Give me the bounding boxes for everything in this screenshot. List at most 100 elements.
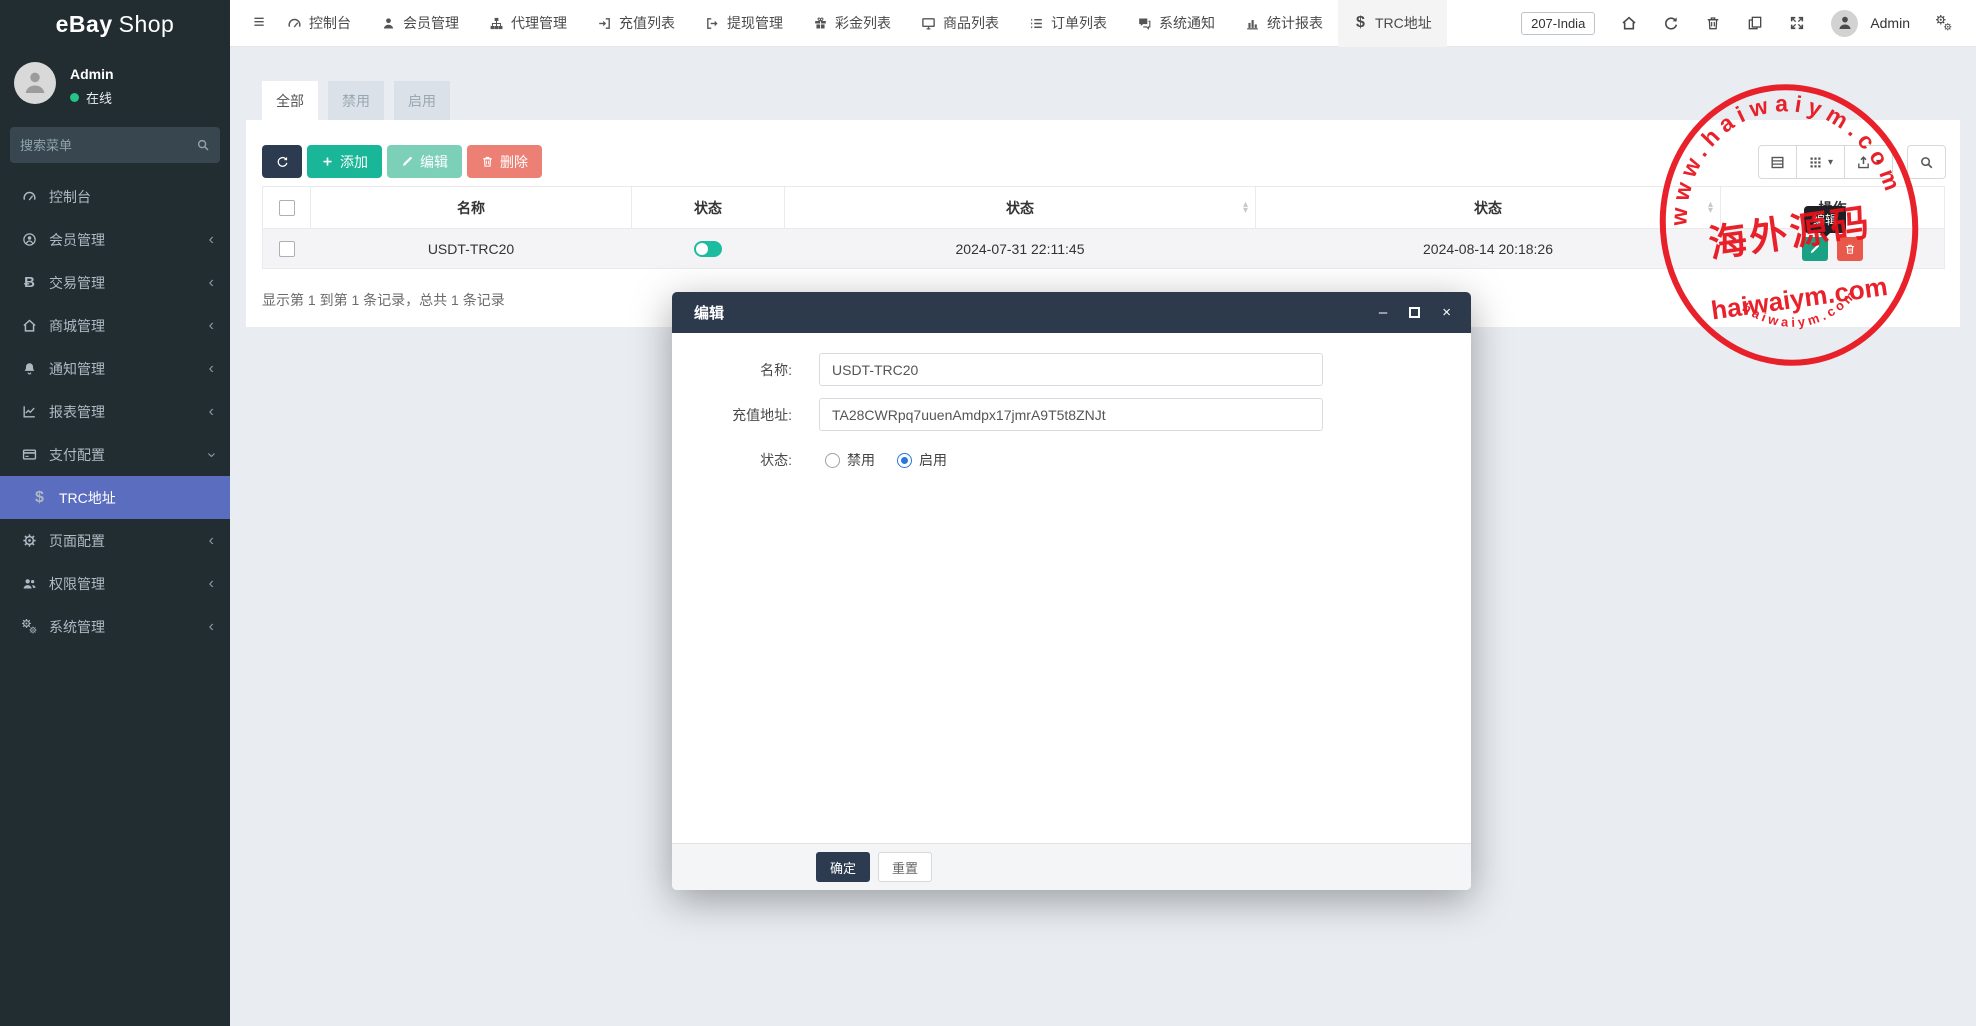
- sidebar-item-reports[interactable]: 报表管理 ‹: [0, 390, 230, 433]
- brand-logo[interactable]: eBay Shop: [0, 0, 230, 48]
- column-header-updated[interactable]: 状态 ▴ ▾: [1255, 186, 1721, 229]
- close-icon[interactable]: ×: [1442, 305, 1451, 320]
- add-button[interactable]: 添加: [307, 145, 382, 178]
- columns-button[interactable]: ▾: [1796, 145, 1845, 179]
- reset-button[interactable]: 重置: [878, 852, 933, 882]
- pagination-summary: 显示第 1 到第 1 条记录，总共 1 条记录: [262, 292, 505, 308]
- edit-button[interactable]: 编辑: [387, 145, 462, 178]
- sidebar-item-label: TRC地址: [59, 489, 116, 506]
- row-checkbox[interactable]: [278, 241, 295, 258]
- sidebar: eBayShop Admin 在线 控制台 会员管理 ‹ Ƀ 交易管理 ‹ 商城管理 ‹…: [0, 0, 230, 1026]
- pencil-icon: [401, 155, 414, 168]
- row-actions-cell: [1720, 228, 1945, 269]
- sidebar-item-trade[interactable]: Ƀ 交易管理 ‹: [0, 261, 230, 304]
- column-header-name[interactable]: 名称: [310, 186, 632, 229]
- minimize-icon[interactable]: –: [1379, 305, 1387, 320]
- row-edit-button[interactable]: [1801, 236, 1828, 261]
- nav-item-withdrawals[interactable]: 提现管理: [690, 0, 798, 47]
- nav-item-notifications[interactable]: 系统通知: [1122, 0, 1230, 47]
- sidebar-item-dashboard[interactable]: 控制台: [0, 175, 230, 218]
- export-button[interactable]: ▾: [1844, 145, 1893, 179]
- nav-item-statistics[interactable]: 统计报表: [1230, 0, 1338, 47]
- chart-line-icon: [22, 404, 37, 419]
- sidebar-item-label: 页面配置: [49, 532, 105, 549]
- toggle-knob: [696, 243, 708, 256]
- sign-in-icon: [597, 16, 612, 31]
- sidebar-item-label: 权限管理: [49, 575, 105, 592]
- trash-icon[interactable]: [1705, 15, 1721, 31]
- address-field-row: 充值地址:: [672, 398, 1471, 431]
- detail-view-button[interactable]: [1757, 145, 1797, 179]
- column-header-created[interactable]: 状态 ▴ ▾: [784, 186, 1256, 229]
- gears-icon[interactable]: [1936, 15, 1952, 31]
- sidebar-item-permissions[interactable]: 权限管理 ‹: [0, 562, 230, 605]
- radio-disabled-label: 禁用: [847, 452, 875, 468]
- sort-icon[interactable]: ▴ ▾: [1243, 199, 1248, 215]
- nav-item-bonus[interactable]: 彩金列表: [798, 0, 906, 47]
- caret-down-icon: ▾: [1827, 156, 1833, 168]
- nav-item-trc-address[interactable]: $ TRC地址: [1338, 0, 1447, 47]
- avatar: [14, 62, 56, 104]
- brand-title-light: Shop: [118, 10, 175, 37]
- maximize-icon[interactable]: [1409, 307, 1421, 318]
- chevron-left-icon: ‹: [208, 316, 214, 334]
- site-badge[interactable]: 207-India: [1521, 11, 1596, 35]
- nav-item-label: 系统通知: [1159, 15, 1215, 31]
- delete-button-label: 删除: [500, 153, 528, 170]
- desktop-icon: [921, 16, 936, 31]
- tab-all[interactable]: 全部: [262, 81, 318, 120]
- menu-toggle-icon[interactable]: ≡: [246, 12, 272, 34]
- chevron-left-icon: ‹: [208, 574, 214, 592]
- chevron-left-icon: ‹: [208, 531, 214, 549]
- refresh-button[interactable]: [262, 145, 302, 178]
- nav-user-label[interactable]: Admin: [1870, 15, 1910, 31]
- radio-enabled-label: 启用: [919, 452, 947, 468]
- modal-header[interactable]: 编辑 – ×: [672, 292, 1471, 333]
- nav-right-cluster: 207-India Admin: [1521, 9, 1976, 37]
- table-row[interactable]: USDT-TRC20 2024-07-31 22:11:45 2024-08-1…: [262, 228, 1945, 269]
- sidebar-item-label: 控制台: [49, 188, 91, 205]
- nav-item-deposits[interactable]: 充值列表: [582, 0, 690, 47]
- confirm-button[interactable]: 确定: [816, 852, 871, 882]
- user-avatar[interactable]: [1831, 9, 1859, 37]
- gift-icon: [813, 16, 828, 31]
- sidebar-item-trc-address[interactable]: $ TRC地址: [0, 476, 230, 519]
- sidebar-search-input[interactable]: [20, 137, 196, 153]
- nav-item-label: 会员管理: [403, 15, 459, 31]
- row-delete-button[interactable]: [1836, 236, 1863, 261]
- sidebar-item-system[interactable]: 系统管理 ‹: [0, 605, 230, 648]
- search-icon[interactable]: [196, 138, 210, 152]
- copy-icon[interactable]: [1747, 15, 1763, 31]
- fullscreen-icon[interactable]: [1789, 15, 1805, 31]
- nav-item-orders[interactable]: 订单列表: [1014, 0, 1122, 47]
- nav-item-dashboard[interactable]: 控制台: [272, 0, 366, 47]
- comments-icon: [1137, 16, 1152, 31]
- name-input[interactable]: [819, 353, 1323, 386]
- radio-enabled[interactable]: 启用: [897, 450, 947, 470]
- address-input[interactable]: [819, 398, 1323, 431]
- person-icon: [1836, 14, 1854, 32]
- sidebar-item-notice[interactable]: 通知管理 ‹: [0, 347, 230, 390]
- select-all-checkbox[interactable]: [278, 200, 295, 217]
- table-header-row: 名称 状态 状态▴▾ 状态▴▾ 操作: [262, 186, 1945, 229]
- tab-disabled[interactable]: 禁用: [328, 81, 384, 120]
- sidebar-item-page-config[interactable]: 页面配置 ‹: [0, 519, 230, 562]
- sidebar-item-mall[interactable]: 商城管理 ‹: [0, 304, 230, 347]
- search-toggle-button[interactable]: [1907, 145, 1946, 179]
- sidebar-item-members[interactable]: 会员管理 ‹: [0, 218, 230, 261]
- nav-item-members[interactable]: 会员管理: [366, 0, 474, 47]
- delete-button[interactable]: 删除: [467, 145, 542, 178]
- sort-icon[interactable]: ▴ ▾: [1708, 199, 1713, 215]
- status-toggle[interactable]: [694, 241, 722, 258]
- column-header-status[interactable]: 状态: [631, 186, 785, 229]
- home-icon[interactable]: [1621, 15, 1637, 31]
- sidebar-item-payment-config[interactable]: 支付配置 ‹: [0, 433, 230, 476]
- profile-status: 在线: [70, 88, 114, 107]
- tab-enabled[interactable]: 启用: [394, 81, 450, 120]
- bitcoin-icon: Ƀ: [24, 274, 35, 291]
- nav-item-agents[interactable]: 代理管理: [474, 0, 582, 47]
- radio-disabled[interactable]: 禁用: [825, 450, 875, 470]
- refresh-icon[interactable]: [1663, 15, 1679, 31]
- pencil-icon: [1809, 243, 1821, 255]
- nav-item-products[interactable]: 商品列表: [906, 0, 1014, 47]
